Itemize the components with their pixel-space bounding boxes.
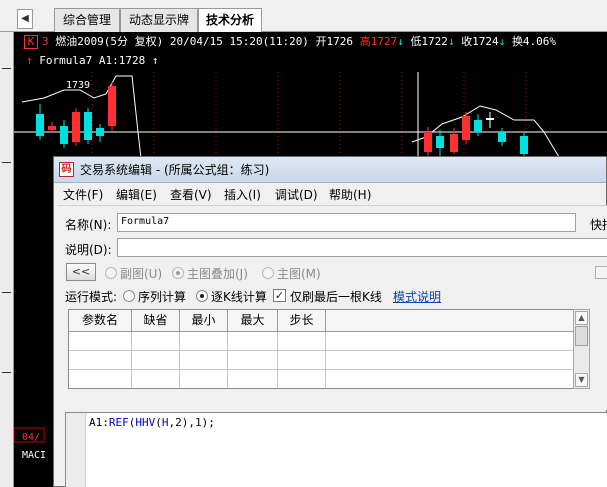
strip-tick: [2, 292, 11, 293]
param-header-max[interactable]: 最大: [228, 310, 278, 332]
scroll-thumb[interactable]: [575, 326, 588, 346]
app-icon: 码: [59, 162, 74, 177]
editor-gutter: [66, 413, 86, 487]
collapse-button[interactable]: <<: [66, 263, 96, 281]
quickshot-label[interactable]: 快拍: [590, 216, 607, 233]
description-field[interactable]: [117, 238, 607, 257]
radio-subchart[interactable]: [105, 267, 117, 279]
radio-per-bar-calc[interactable]: [196, 290, 208, 302]
radio-main-overlay-label: 主图叠加(J): [187, 267, 248, 281]
name-field[interactable]: Formula7: [117, 213, 576, 232]
radio-per-bar-calc-label: 逐K线计算: [211, 290, 267, 304]
bottom-date-label: 04/: [22, 432, 41, 443]
dialog-title: 交易系统编辑 - (所属公式组：练习): [80, 163, 270, 177]
radio-subchart-label: 副图(U): [120, 267, 163, 281]
menu-view[interactable]: 查看(V): [170, 186, 212, 203]
candles-left: [36, 82, 116, 148]
menu-edit[interactable]: 编辑(E): [116, 186, 157, 203]
workspace-tab-bar: ◀ 综合管理 动态显示牌 技术分析: [0, 0, 607, 33]
param-header-name[interactable]: 参数名: [69, 310, 132, 332]
radio-mainchart[interactable]: [262, 267, 274, 279]
radio-series-calc[interactable]: [123, 290, 135, 302]
scroll-down-icon[interactable]: ▼: [575, 373, 588, 387]
strip-tick: [2, 68, 11, 69]
radio-series-calc-label: 序列计算: [138, 290, 187, 304]
tab-dynamic-board[interactable]: 动态显示牌: [120, 8, 198, 32]
tab-scroll-left-button[interactable]: ◀: [17, 9, 33, 29]
tab-comprehensive[interactable]: 综合管理: [54, 8, 120, 32]
tab-technical-analysis[interactable]: 技术分析: [198, 8, 262, 33]
left-toolbar-strip: [0, 32, 14, 487]
code-editor[interactable]: A1:REF(HHV(H,2),1);: [65, 412, 607, 487]
parameter-table[interactable]: 参数名 缺省 最小 最大 步长: [68, 309, 588, 389]
right-option-checkbox[interactable]: [595, 266, 607, 279]
peak-price-label: 1739: [66, 80, 90, 91]
refresh-last-bar-label: 仅刷最后一根K线: [290, 290, 382, 304]
strip-tick: [2, 372, 11, 373]
dialog-titlebar[interactable]: 码 交易系统编辑 - (所属公式组：练习): [54, 157, 606, 183]
menu-insert[interactable]: 插入(I): [224, 186, 261, 203]
param-header-step[interactable]: 步长: [278, 310, 326, 332]
indicator-label: MACI: [22, 450, 47, 461]
radio-main-overlay[interactable]: [172, 267, 184, 279]
menu-help[interactable]: 帮助(H): [329, 186, 371, 203]
code-line-1[interactable]: A1:REF(HHV(H,2),1);: [89, 416, 215, 429]
radio-mainchart-label: 主图(M): [277, 267, 321, 281]
dialog-menubar: 文件(F) 编辑(E) 查看(V) 插入(I) 调试(D) 帮助(H): [54, 183, 606, 205]
description-label: 说明(D):: [65, 243, 112, 257]
mode-help-link[interactable]: 模式说明: [393, 288, 441, 305]
formula-editor-dialog: 码 交易系统编辑 - (所属公式组：练习) 文件(F) 编辑(E) 查看(V) …: [53, 156, 607, 487]
param-header-default[interactable]: 缺省: [132, 310, 180, 332]
param-header-min[interactable]: 最小: [180, 310, 228, 332]
name-label: 名称(N):: [65, 218, 112, 232]
run-mode-label: 运行模式:: [65, 290, 118, 304]
parameter-table-scrollbar[interactable]: ▲ ▼: [573, 309, 590, 389]
param-header-empty: [326, 310, 587, 332]
scroll-up-icon[interactable]: ▲: [575, 311, 588, 325]
refresh-last-bar-checkbox[interactable]: ✓: [273, 289, 286, 302]
menu-file[interactable]: 文件(F): [63, 186, 103, 203]
strip-tick: [2, 162, 11, 163]
menu-debug[interactable]: 调试(D): [275, 186, 318, 203]
